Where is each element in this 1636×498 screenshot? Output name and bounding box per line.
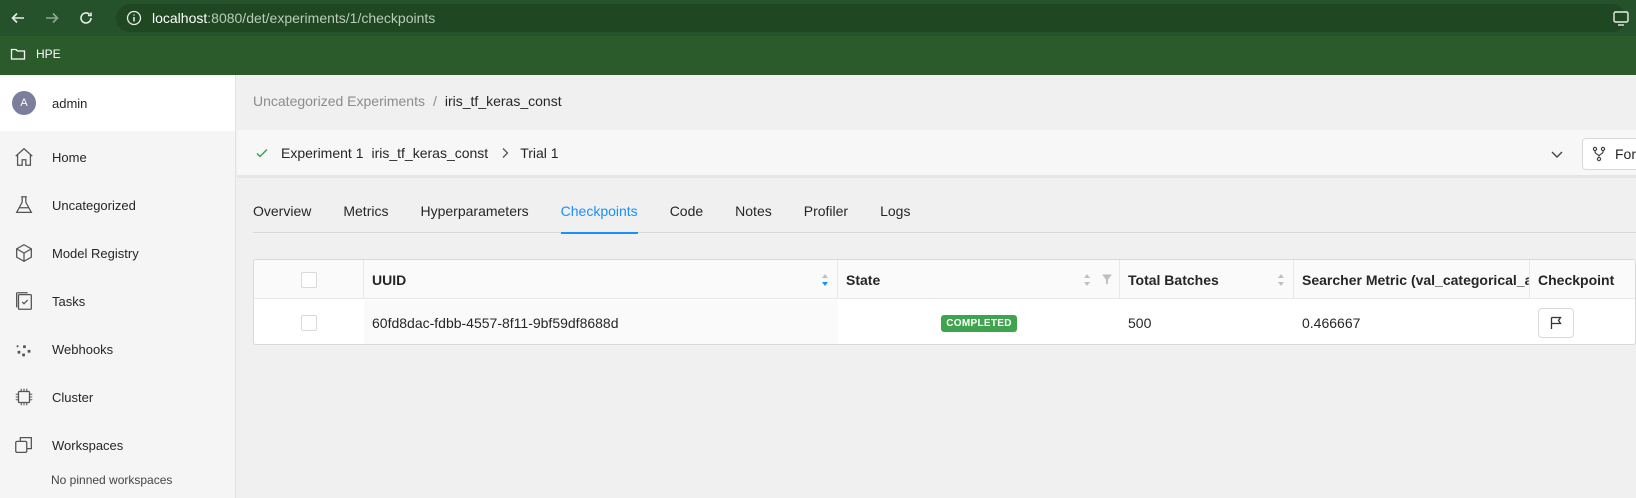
tab-profiler[interactable]: Profiler	[804, 201, 848, 233]
pinned-workspaces-empty: No pinned workspaces	[51, 473, 173, 487]
bookmark-hpe[interactable]: HPE	[0, 40, 61, 68]
sidebar-item-webhooks[interactable]: Webhooks	[0, 325, 235, 373]
uuid-cell: 60fd8dac-fdbb-4557-8f11-9bf59df8688d	[364, 300, 838, 344]
tab-logs[interactable]: Logs	[880, 201, 910, 233]
arrow-right-icon	[46, 12, 59, 24]
cast-icon[interactable]	[1612, 9, 1630, 27]
user-name: admin	[52, 95, 88, 111]
state-cell: COMPLETED	[838, 300, 1120, 344]
fork-button[interactable]: For	[1582, 138, 1636, 170]
folder-icon	[10, 48, 26, 60]
sidebar-item-workspaces[interactable]: Workspaces	[0, 421, 235, 469]
arrow-left-icon	[11, 12, 24, 24]
tab-overview[interactable]: Overview	[253, 201, 311, 233]
column-header-uuid[interactable]: UUID	[364, 260, 838, 299]
sidebar-item-uncategorized[interactable]: Uncategorized	[0, 181, 235, 229]
sidebar-item-label: Home	[52, 149, 87, 165]
row-checkbox[interactable]	[301, 315, 317, 331]
experiment-name[interactable]: iris_tf_keras_const	[371, 145, 488, 161]
total-batches-cell: 500	[1128, 315, 1152, 331]
url-path: :8080/det/experiments/1/checkpoints	[207, 10, 436, 26]
tab-hyperparameters[interactable]: Hyperparameters	[420, 201, 528, 233]
experiment-link[interactable]: Experiment 1	[281, 145, 363, 161]
tab-code[interactable]: Code	[670, 201, 703, 233]
trial-tabs: Overview Metrics Hyperparameters Checkpo…	[253, 201, 1636, 234]
trial-label: Trial 1	[520, 144, 559, 161]
column-label: UUID	[372, 271, 407, 288]
flag-icon	[1550, 316, 1562, 329]
table-header: UUID State Total Batches Searcher Metric…	[254, 260, 1635, 299]
forward-button[interactable]	[42, 8, 62, 28]
flask-icon	[12, 193, 36, 217]
chevron-down-icon[interactable]	[1549, 146, 1565, 162]
breadcrumb-parent[interactable]: Uncategorized Experiments	[253, 93, 425, 109]
back-button[interactable]	[8, 8, 28, 28]
fork-label: For	[1615, 146, 1636, 162]
check-icon	[255, 146, 269, 160]
sort-icon[interactable]	[1277, 273, 1285, 287]
chip-icon	[12, 385, 36, 409]
sidebar-item-label: Model Registry	[52, 245, 139, 261]
column-header-state[interactable]: State	[838, 260, 1120, 299]
bookmark-label: HPE	[36, 47, 61, 61]
column-label: State	[846, 271, 881, 288]
site-info-icon[interactable]	[126, 10, 142, 26]
column-label: Total Batches	[1128, 271, 1219, 288]
webhooks-icon	[12, 337, 36, 361]
reload-button[interactable]	[76, 8, 96, 28]
row-select-cell	[254, 300, 364, 344]
column-header-checkpoint: Checkpoint	[1530, 260, 1635, 299]
select-all-checkbox[interactable]	[300, 271, 317, 288]
main-content: Uncategorized Experiments / iris_tf_kera…	[237, 75, 1636, 498]
sidebar: A admin Home Uncategorized Model Registr…	[0, 75, 236, 498]
address-bar[interactable]: localhost:8080/det/experiments/1/checkpo…	[116, 4, 1626, 32]
url-text: localhost:8080/det/experiments/1/checkpo…	[152, 10, 435, 26]
searcher-metric-cell: 0.466667	[1302, 315, 1361, 331]
column-label: Searcher Metric (val_categorical_a	[1302, 271, 1530, 288]
sidebar-item-tasks[interactable]: Tasks	[0, 277, 235, 325]
sidebar-item-label: Workspaces	[52, 437, 124, 453]
select-all-cell	[254, 260, 364, 299]
sidebar-item-label: Uncategorized	[52, 197, 136, 213]
sidebar-item-home[interactable]: Home	[0, 133, 235, 181]
checkpoints-table: UUID State Total Batches Searcher Metric…	[253, 259, 1636, 345]
fork-icon	[1592, 146, 1606, 162]
sidebar-item-cluster[interactable]: Cluster	[0, 373, 235, 421]
browser-toolbar: localhost:8080/det/experiments/1/checkpo…	[0, 0, 1636, 36]
tab-notes[interactable]: Notes	[735, 201, 772, 233]
column-header-total-batches[interactable]: Total Batches	[1120, 260, 1294, 299]
sidebar-item-label: Webhooks	[52, 341, 114, 357]
cube-icon	[12, 241, 36, 265]
reload-icon	[80, 12, 92, 24]
workspaces-icon	[12, 433, 36, 457]
chevron-right-icon	[498, 146, 512, 160]
tab-metrics[interactable]: Metrics	[343, 201, 388, 233]
tasks-icon	[12, 289, 36, 313]
status-badge: COMPLETED	[941, 314, 1017, 332]
trial-header: Experiment 1 iris_tf_keras_const Trial 1…	[237, 130, 1636, 178]
user-menu[interactable]: A admin	[0, 75, 235, 131]
sort-icon[interactable]	[821, 273, 829, 287]
sidebar-item-label: Tasks	[52, 293, 86, 309]
breadcrumb: Uncategorized Experiments / iris_tf_kera…	[253, 93, 562, 109]
tab-checkpoints[interactable]: Checkpoints	[560, 201, 638, 234]
sort-icon[interactable]	[1083, 273, 1091, 287]
column-label: Checkpoint	[1538, 271, 1615, 288]
column-header-searcher-metric[interactable]: Searcher Metric (val_categorical_a	[1294, 260, 1530, 299]
table-row[interactable]: 60fd8dac-fdbb-4557-8f11-9bf59df8688d COM…	[254, 300, 1635, 344]
browser-chrome: localhost:8080/det/experiments/1/checkpo…	[0, 0, 1636, 75]
url-host: localhost	[152, 10, 208, 26]
home-icon	[12, 145, 36, 169]
filter-icon[interactable]	[1101, 273, 1113, 285]
checkpoint-cell	[1530, 300, 1635, 344]
breadcrumb-current: iris_tf_keras_const	[444, 93, 562, 109]
avatar: A	[12, 91, 36, 115]
sidebar-item-label: Cluster	[52, 389, 94, 405]
sidebar-item-model-registry[interactable]: Model Registry	[0, 229, 235, 277]
breadcrumb-separator: /	[432, 93, 437, 109]
checkpoint-button[interactable]	[1538, 308, 1574, 338]
